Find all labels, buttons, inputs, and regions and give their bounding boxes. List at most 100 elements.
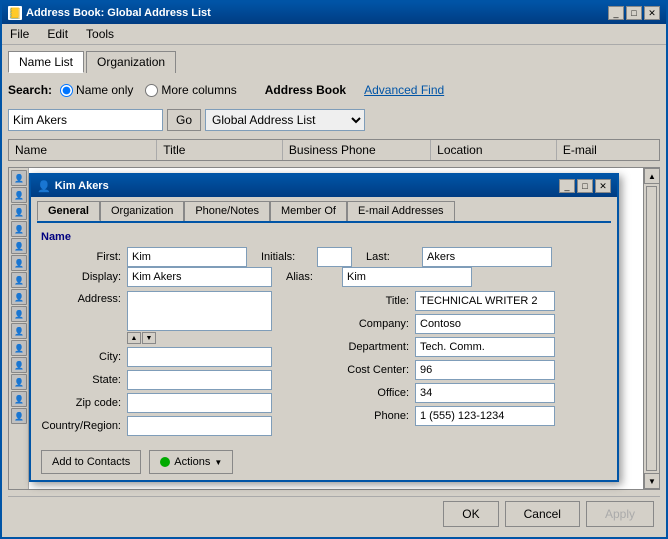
zip-input[interactable] [127,393,272,413]
country-label: Country/Region: [41,420,121,432]
window-title: Address Book: Global Address List [26,7,211,19]
add-to-contacts-button[interactable]: Add to Contacts [41,450,141,474]
side-icon-2: 👤 [11,187,27,203]
col-name: Name [9,140,157,160]
initials-label: Initials: [261,251,311,263]
tab-name-list[interactable]: Name List [8,51,84,73]
left-column: Address: ▲ ▼ City: [41,291,319,436]
actions-dropdown-icon: ▼ [214,458,222,467]
dialog-close-button[interactable]: ✕ [595,179,611,193]
address-input-group: ▲ ▼ [127,291,272,344]
maximize-button[interactable]: □ [626,6,642,20]
dialog-tab-general[interactable]: General [37,201,100,221]
dialog-tab-phone-notes[interactable]: Phone/Notes [184,201,270,221]
state-input[interactable] [127,370,272,390]
department-label: Department: [329,341,409,353]
col-title: Title [157,140,283,160]
department-input[interactable] [415,337,555,357]
alias-input[interactable] [342,267,472,287]
actions-label: Actions [174,456,210,468]
section-name-label: Name [41,231,607,243]
menu-bar: File Edit Tools [2,24,666,45]
first-label: First: [41,251,121,263]
address-book-label: Address Book [265,83,346,97]
go-button[interactable]: Go [167,109,201,131]
radio-more-columns[interactable]: More columns [145,83,236,97]
cost-center-input[interactable] [415,360,555,380]
dialog-tab-member-of[interactable]: Member Of [270,201,347,221]
office-label: Office: [329,387,409,399]
side-icon-15: 👤 [11,408,27,424]
radio-name-only-input[interactable] [60,84,73,97]
dialog-tab-bar: General Organization Phone/Notes Member … [31,197,617,221]
initials-input[interactable] [317,247,352,267]
radio-name-only[interactable]: Name only [60,83,133,97]
address-book-dropdown[interactable]: Global Address List [205,109,365,131]
two-col-section: Address: ▲ ▼ City: [41,291,607,436]
side-icon-14: 👤 [11,391,27,407]
minimize-button[interactable]: _ [608,6,624,20]
city-input[interactable] [127,347,272,367]
display-label: Display: [41,271,121,283]
scroll-thumb[interactable] [646,186,657,471]
phone-input[interactable] [415,406,555,426]
address-book-icon: 📒 [8,6,22,20]
search-label: Search: [8,83,52,97]
main-bottom-buttons: OK Cancel Apply [8,496,660,531]
dialog-bottom: Add to Contacts Actions ▼ [31,444,617,480]
ok-button[interactable]: OK [443,501,498,527]
cancel-button[interactable]: Cancel [505,501,580,527]
side-icon-9: 👤 [11,306,27,322]
last-input[interactable] [422,247,552,267]
office-input[interactable] [415,383,555,403]
cost-center-label: Cost Center: [329,364,409,376]
tab-organization[interactable]: Organization [86,51,176,73]
address-scroll-down[interactable]: ▼ [142,332,156,344]
close-button[interactable]: ✕ [644,6,660,20]
first-input[interactable] [127,247,247,267]
country-input[interactable] [127,416,272,436]
search-input[interactable] [8,109,163,131]
dialog-controls: _ □ ✕ [559,179,611,193]
title-bar: 📒 Address Book: Global Address List _ □ … [2,2,666,24]
apply-button[interactable]: Apply [586,501,654,527]
title-label: Title: [329,295,409,307]
company-row: Company: [329,314,607,334]
dialog-title-label: Kim Akers [55,180,109,192]
address-row: Address: ▲ ▼ [41,291,319,344]
actions-button[interactable]: Actions ▼ [149,450,233,474]
menu-file[interactable]: File [6,26,33,42]
address-textarea[interactable] [127,291,272,331]
content-area: Name List Organization Search: Name only… [2,45,666,537]
title-bar-controls: _ □ ✕ [608,6,660,20]
scroll-down-button[interactable]: ▼ [644,473,660,489]
side-icon-1: 👤 [11,170,27,186]
scroll-up-button[interactable]: ▲ [644,168,660,184]
title-row: Title: [329,291,607,311]
dialog-person-icon: 👤 [37,180,51,193]
radio-more-columns-input[interactable] [145,84,158,97]
side-icon-7: 👤 [11,272,27,288]
office-row: Office: [329,383,607,403]
side-icon-6: 👤 [11,255,27,271]
menu-edit[interactable]: Edit [43,26,72,42]
menu-tools[interactable]: Tools [82,26,118,42]
phone-label: Phone: [329,410,409,422]
display-input[interactable] [127,267,272,287]
dialog-tab-email-addresses[interactable]: E-mail Addresses [347,201,455,221]
radio-more-columns-label: More columns [161,83,236,97]
dialog-maximize-button[interactable]: □ [577,179,593,193]
name-row: First: Initials: Last: [41,247,607,267]
search-row: Search: Name only More columns Address B… [8,79,660,101]
company-input[interactable] [415,314,555,334]
column-headers: Name Title Business Phone Location E-mai… [8,139,660,161]
zip-row: Zip code: [41,393,319,413]
title-input[interactable] [415,291,555,311]
country-row: Country/Region: [41,416,319,436]
advanced-find-link[interactable]: Advanced Find [364,83,444,97]
side-icon-11: 👤 [11,340,27,356]
dialog-tab-organization[interactable]: Organization [100,201,184,221]
dialog-minimize-button[interactable]: _ [559,179,575,193]
address-scroll-up[interactable]: ▲ [127,332,141,344]
dialog-title-text: 👤 Kim Akers [37,180,109,193]
